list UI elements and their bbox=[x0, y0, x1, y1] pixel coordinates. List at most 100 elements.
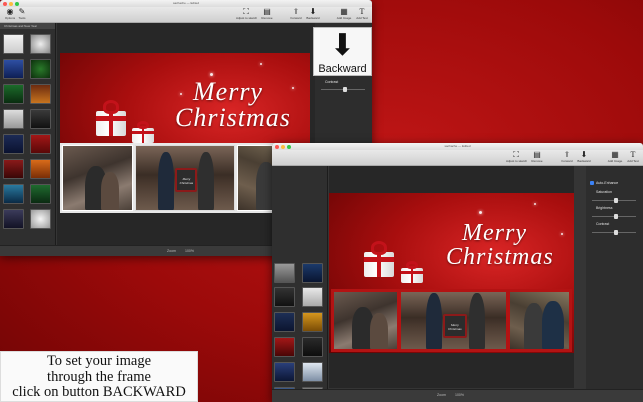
toolbar: ⛶ Adjust to sketch ▤ Remove ⬆ Forward ⬇ … bbox=[272, 150, 643, 166]
backward-arrow-icon: ⬇ bbox=[329, 29, 356, 62]
template-thumbnail[interactable] bbox=[30, 109, 51, 129]
sparkle bbox=[534, 203, 536, 205]
brightness-slider[interactable] bbox=[592, 214, 636, 219]
window-title: sachache — Edited bbox=[172, 1, 199, 5]
contrast-slider-knob[interactable] bbox=[614, 230, 618, 235]
zoom-label: Zoom bbox=[437, 393, 446, 397]
saturation-slider[interactable] bbox=[592, 198, 636, 203]
remove-button[interactable]: ▤ Remove bbox=[257, 7, 277, 21]
template-thumbnail[interactable] bbox=[3, 84, 24, 104]
instruction-caption: To set your image through the frame clic… bbox=[0, 351, 198, 402]
adjustments-panel: Auto-Enhance Saturation Brightness Contr… bbox=[586, 166, 643, 402]
template-thumbnail[interactable] bbox=[274, 287, 295, 307]
add-image-icon: ▦ bbox=[611, 150, 619, 159]
chalkboard-sign: Merry Christmas bbox=[442, 314, 467, 338]
brightness-slider-knob[interactable] bbox=[614, 214, 618, 219]
template-thumbnail[interactable] bbox=[302, 287, 323, 307]
backward-callout-button[interactable]: ⬇ Backward bbox=[313, 27, 372, 76]
status-bar: Zoom 100% bbox=[272, 389, 643, 402]
template-thumbnail[interactable] bbox=[302, 312, 323, 332]
template-thumbnail[interactable] bbox=[302, 362, 323, 382]
adjust-to-sketch-button[interactable]: ⛶ Adjust to sketch bbox=[236, 7, 257, 21]
template-thumbnail[interactable] bbox=[274, 312, 295, 332]
photo-slot-left[interactable] bbox=[333, 291, 398, 350]
template-sidebar bbox=[272, 166, 328, 402]
template-thumbnail[interactable] bbox=[30, 59, 51, 79]
add-text-icon: T bbox=[630, 150, 636, 159]
contrast-label: Contrast bbox=[325, 80, 339, 84]
photo-slot-right[interactable] bbox=[509, 291, 570, 350]
backward-icon: ⬇ bbox=[309, 7, 317, 16]
gift-box bbox=[401, 261, 423, 283]
sparkle bbox=[561, 233, 563, 235]
template-thumbnail[interactable] bbox=[30, 34, 51, 54]
window-title: sachache — Edited bbox=[444, 144, 471, 148]
add-image-button[interactable]: ▦ Add Image bbox=[334, 7, 354, 21]
sidebar-category-header[interactable]: Christmas and New Year bbox=[0, 23, 55, 29]
template-thumbnail[interactable] bbox=[30, 184, 51, 204]
template-thumbnail[interactable] bbox=[274, 337, 295, 357]
contrast-label: Contrast bbox=[596, 222, 610, 226]
auto-enhance-checkbox[interactable] bbox=[590, 181, 594, 185]
template-thumbnail[interactable] bbox=[3, 134, 24, 154]
template-thumbnail[interactable] bbox=[3, 109, 24, 129]
template-thumbnail[interactable] bbox=[274, 362, 295, 382]
template-thumbnail[interactable] bbox=[30, 84, 51, 104]
photo-slot-center[interactable]: Merry Christmas bbox=[135, 145, 235, 211]
template-thumbnail[interactable] bbox=[3, 209, 24, 229]
contrast-slider[interactable] bbox=[321, 87, 365, 92]
card-title-merry: Merry bbox=[462, 220, 527, 246]
contrast-slider[interactable] bbox=[592, 230, 636, 235]
zoom-value[interactable]: 100% bbox=[185, 249, 194, 253]
template-thumbnail[interactable] bbox=[3, 184, 24, 204]
editor-window-result: sachache — Edited ⛶ Adjust to sketch ▤ R… bbox=[272, 143, 643, 402]
backward-button[interactable]: ⬇ Backward bbox=[303, 7, 323, 21]
saturation-slider-knob[interactable] bbox=[614, 198, 618, 203]
sparkle bbox=[180, 93, 182, 95]
template-thumbnail[interactable] bbox=[274, 263, 295, 283]
caption-line: through the frame bbox=[47, 368, 151, 385]
remove-button[interactable]: ▤ Remove bbox=[527, 150, 547, 164]
template-thumbnail[interactable] bbox=[3, 159, 24, 179]
gift-box bbox=[364, 241, 394, 277]
sparkle bbox=[479, 211, 482, 214]
template-thumbnail[interactable] bbox=[30, 159, 51, 179]
add-image-button[interactable]: ▦ Add Image bbox=[605, 150, 625, 164]
card-title-christmas: Christmas bbox=[446, 244, 554, 270]
sparkle bbox=[260, 63, 262, 65]
sparkle bbox=[210, 73, 213, 76]
gift-box bbox=[132, 121, 154, 143]
title-bar: sachache — Edited bbox=[0, 0, 372, 7]
backward-callout-label: Backward bbox=[318, 63, 367, 75]
zoom-label: Zoom bbox=[167, 249, 176, 253]
adjust-icon: ⛶ bbox=[243, 7, 249, 16]
remove-icon: ▤ bbox=[533, 150, 541, 159]
template-thumbnail[interactable] bbox=[302, 337, 323, 357]
template-thumbnail[interactable] bbox=[30, 209, 51, 229]
template-thumbnail[interactable] bbox=[3, 34, 24, 54]
contrast-slider-knob[interactable] bbox=[343, 87, 347, 92]
backward-button[interactable]: ⬇ Backward bbox=[574, 150, 594, 164]
caption-line: To set your image bbox=[46, 353, 152, 369]
photo-slot-center[interactable]: Merry Christmas bbox=[399, 291, 508, 350]
template-thumbnail[interactable] bbox=[3, 59, 24, 79]
add-text-button[interactable]: T Add Text bbox=[623, 150, 643, 164]
canvas-area: Merry Christmas Merry Christmas bbox=[329, 166, 574, 388]
backward-icon: ⬇ bbox=[580, 150, 588, 159]
template-thumbnail[interactable] bbox=[302, 263, 323, 283]
template-thumbnail[interactable] bbox=[30, 134, 51, 154]
adjust-to-sketch-button[interactable]: ⛶ Adjust to sketch bbox=[506, 151, 527, 164]
add-text-button[interactable]: T Add Text bbox=[352, 8, 372, 21]
card-title-christmas: Christmas bbox=[175, 103, 291, 132]
tools-button[interactable]: ✎ Tools bbox=[12, 7, 32, 21]
photo-slot-left[interactable] bbox=[62, 145, 134, 211]
title-bar: sachache — Edited bbox=[272, 143, 643, 150]
brightness-label: Brightness bbox=[596, 206, 613, 210]
add-image-icon: ▦ bbox=[340, 7, 348, 16]
zoom-value[interactable]: 100% bbox=[455, 393, 464, 397]
tools-icon: ✎ bbox=[18, 7, 26, 16]
chalkboard-sign: Merry Christmas bbox=[175, 168, 198, 192]
remove-icon: ▤ bbox=[263, 7, 271, 16]
sparkle bbox=[292, 87, 294, 89]
saturation-label: Saturation bbox=[596, 190, 612, 194]
